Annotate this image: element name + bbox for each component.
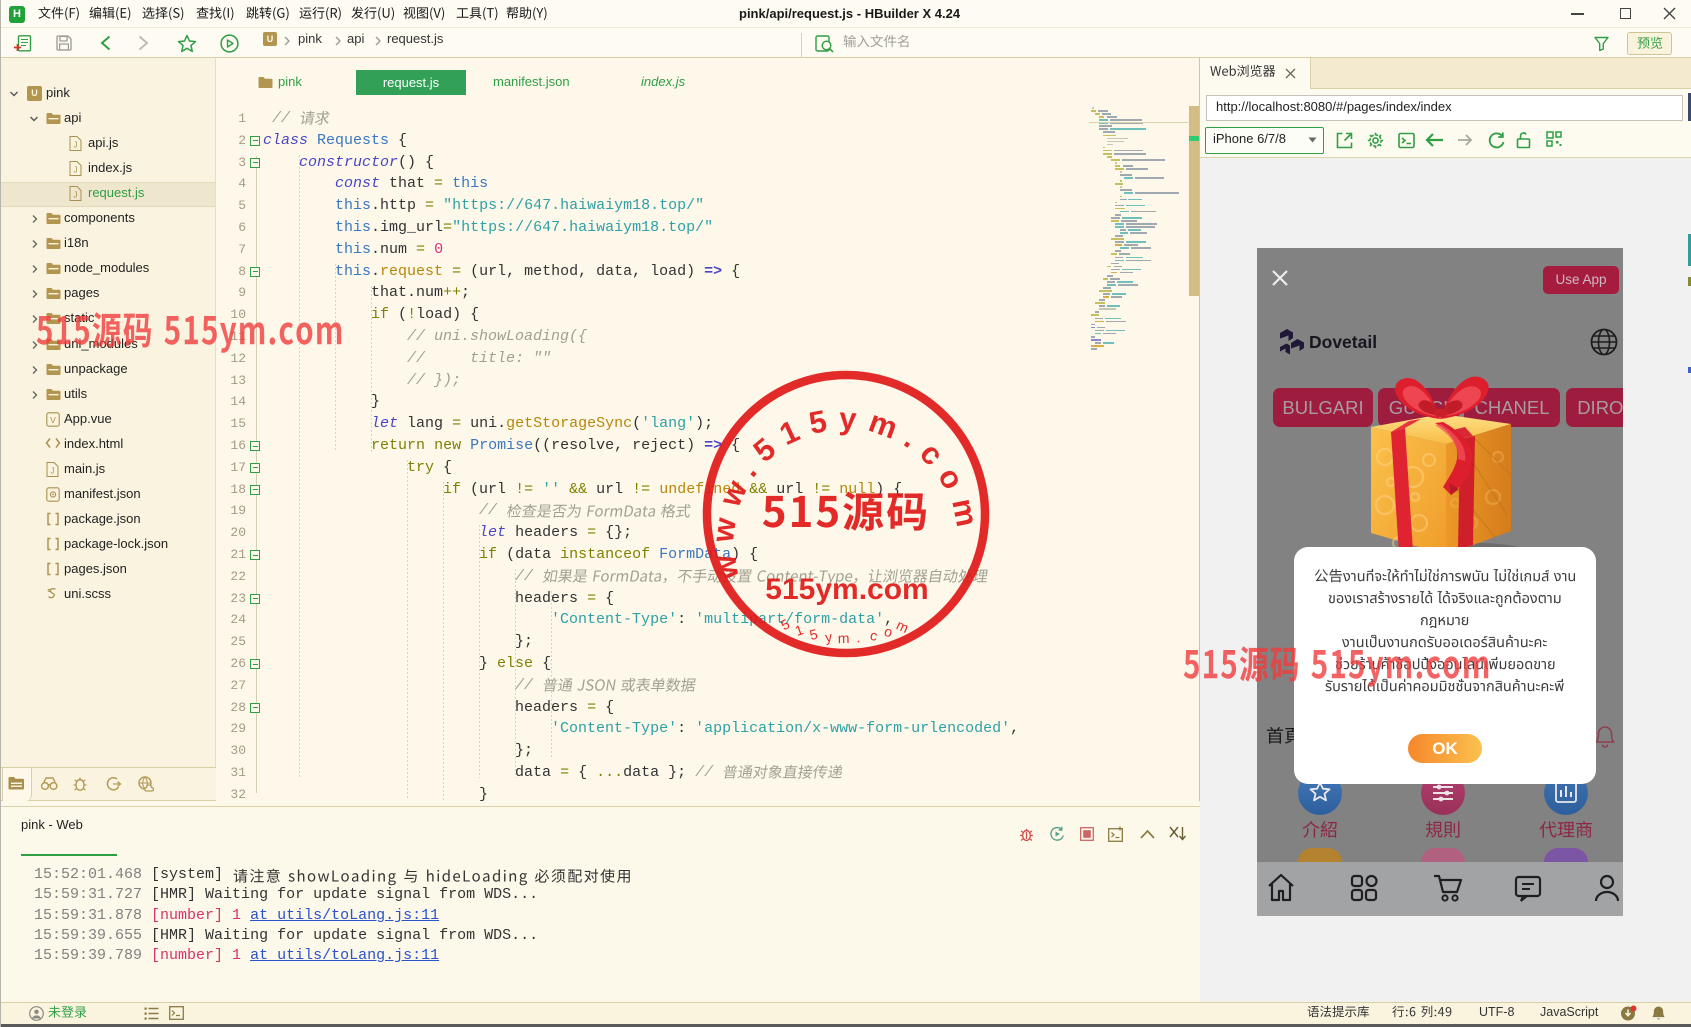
svg-text:V: V <box>50 415 56 425</box>
svg-text:1: 1 <box>793 621 806 639</box>
svg-text:J: J <box>74 140 78 149</box>
svg-text:J: J <box>74 191 78 200</box>
svg-text:J: J <box>51 466 55 475</box>
svg-text:J: J <box>74 166 78 175</box>
svg-text:.: . <box>856 629 862 645</box>
svg-text:515ym.com: 515ym.com <box>765 573 928 606</box>
svg-text:www.515ym.com: www.515ym.com <box>705 401 987 584</box>
svg-text:c: c <box>869 627 879 644</box>
svg-text:m: m <box>838 630 850 646</box>
svg-text:y: y <box>824 629 833 646</box>
svg-text:o: o <box>882 623 895 641</box>
svg-text:m: m <box>894 617 911 636</box>
svg-text:5: 5 <box>808 626 820 643</box>
svg-text:5: 5 <box>778 615 792 633</box>
